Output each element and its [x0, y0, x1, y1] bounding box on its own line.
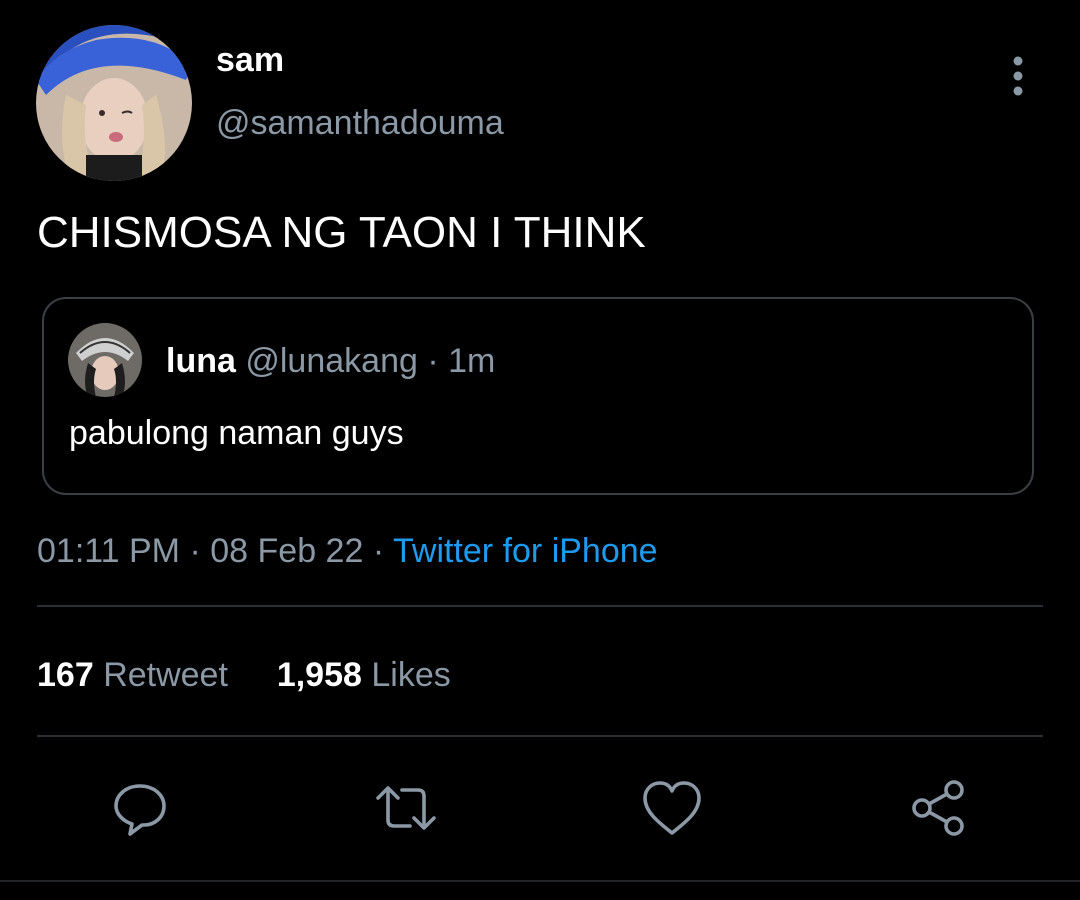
reply-icon — [114, 784, 166, 836]
share-icon — [912, 780, 964, 836]
likes-label: Likes — [371, 656, 451, 694]
retweet-icon — [376, 786, 436, 830]
quoted-tweet-header: luna @lunakang · 1m — [166, 341, 495, 381]
likes-stat[interactable]: 1,958 Likes — [277, 654, 451, 696]
tweet-source-link[interactable]: Twitter for iPhone — [393, 532, 658, 570]
retweets-label: Retweet — [103, 656, 228, 694]
reply-button[interactable] — [108, 776, 172, 840]
divider — [37, 735, 1043, 737]
quoted-tweet-card[interactable]: luna @lunakang · 1m pabulong naman guys — [42, 297, 1034, 495]
author-handle[interactable]: @samanthadouma — [216, 103, 504, 143]
quoted-separator: · — [427, 342, 439, 380]
quoted-tweet-text: pabulong naman guys — [69, 414, 404, 452]
author-avatar[interactable] — [36, 25, 192, 181]
heart-icon — [643, 781, 701, 835]
divider — [37, 605, 1043, 607]
author-display-name[interactable]: sam — [216, 40, 284, 80]
quoted-handle: @lunakang — [245, 342, 418, 380]
likes-count: 1,958 — [276, 656, 362, 694]
more-vertical-icon — [1013, 56, 1023, 96]
quoted-age: 1m — [448, 342, 496, 380]
bottom-divider — [0, 880, 1080, 882]
meta-separator: · — [189, 532, 201, 570]
share-button[interactable] — [907, 776, 971, 840]
like-button[interactable] — [640, 776, 704, 840]
tweet-date: 08 Feb 22 — [210, 532, 364, 570]
tweet-text: CHISMOSA NG TAON I THINK — [37, 208, 646, 257]
retweets-count: 167 — [37, 656, 94, 694]
meta-separator-2: · — [372, 532, 385, 570]
retweets-stat[interactable]: 167 Retweet — [37, 654, 228, 696]
tweet-meta: 01:11 PM · 08 Feb 22 · Twitter for iPhon… — [37, 530, 658, 572]
tweet-time: 01:11 PM — [37, 532, 181, 570]
more-options-button[interactable] — [1000, 54, 1036, 98]
retweet-button[interactable] — [374, 776, 438, 840]
tweet-stats: 167 Retweet 1,958 Likes — [37, 654, 451, 696]
quoted-display-name: luna — [166, 342, 236, 380]
quoted-author-avatar — [68, 323, 142, 397]
